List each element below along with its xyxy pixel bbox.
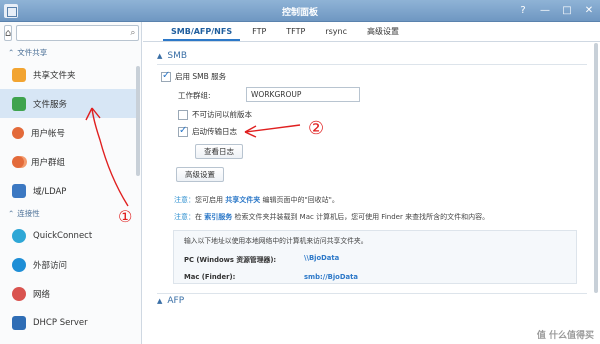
sidebar-item-label: 文件服务 (33, 99, 68, 110)
file-service-icon (12, 96, 26, 111)
network-icon (12, 286, 26, 301)
search-box[interactable]: ⌕ (16, 25, 140, 41)
transfer-log-row: 启动传输日志 (178, 125, 237, 137)
sidebar-item-external-access[interactable]: 外部访问 (0, 250, 141, 279)
workgroup-input[interactable]: WORKGROUP (246, 87, 360, 102)
close-button[interactable]: ✕ (582, 3, 596, 19)
sidebar-item-label: 用户群组 (31, 157, 66, 168)
quickconnect-icon (12, 228, 26, 243)
access-info-intro: 输入以下地址以使用本地网络中的计算机来访问共享文件夹。 (184, 237, 368, 245)
afp-section-header[interactable]: ▲ AFP (157, 296, 184, 306)
window-controls: ? — □ ✕ (516, 3, 596, 19)
tab-bar: SMB/AFP/NFS FTP TFTP rsync 高级设置 (143, 22, 600, 42)
tab-tftp[interactable]: TFTP (278, 23, 313, 41)
help-button[interactable]: ? (516, 3, 530, 19)
sidebar-item-quickconnect[interactable]: QuickConnect (0, 221, 141, 250)
domain-icon (12, 183, 26, 198)
prev-version-checkbox[interactable] (178, 109, 188, 120)
window-title: 控制面板 (281, 8, 318, 18)
mac-address-value: smb://BjoData (304, 273, 358, 281)
section-label: 文件共享 (17, 47, 48, 57)
main-content: ▲ SMB 启用 SMB 服务 工作群组: WORKGROUP 不可访问以前版本… (143, 43, 593, 344)
tab-smb-afp-nfs[interactable]: SMB/AFP/NFS (163, 23, 241, 41)
transfer-log-label: 启动传输日志 (192, 127, 237, 136)
pc-address-row: PC (Windows 资源管理器): \\BjoData (184, 254, 566, 264)
pc-address-label: PC (Windows 资源管理器): (184, 256, 277, 264)
divider (157, 64, 587, 65)
dhcp-icon (12, 315, 26, 330)
sidebar: ⌂ ⌕ ⌃ 文件共享 共享文件夹 文件服务 用户帐号 用户群组 域/LDAP ⌃… (0, 22, 142, 344)
collapse-icon: ⌃ (8, 208, 15, 218)
sidebar-item-domain[interactable]: 域/LDAP (0, 176, 141, 205)
transfer-log-checkbox[interactable] (178, 125, 188, 137)
sidebar-item-label: 共享文件夹 (33, 70, 76, 81)
note-text: 编辑页面中的"回收站"。 (260, 196, 339, 204)
sidebar-item-network[interactable]: 网络 (0, 279, 141, 308)
smb-title: SMB (167, 51, 188, 61)
prev-version-label: 不可访问以前版本 (192, 110, 252, 119)
sidebar-item-label: 用户帐号 (31, 128, 66, 139)
afp-title: AFP (167, 296, 185, 306)
note-label: 注意： (174, 213, 195, 221)
sidebar-item-label: QuickConnect (33, 230, 93, 241)
sidebar-item-file-service[interactable]: 文件服务 (0, 89, 136, 118)
home-icon: ⌂ (5, 27, 12, 39)
view-log-button[interactable]: 查看日志 (195, 144, 243, 159)
sidebar-item-label: 网络 (33, 289, 51, 300)
access-info-box: 输入以下地址以使用本地网络中的计算机来访问共享文件夹。 PC (Windows … (173, 230, 577, 284)
shared-folder-link[interactable]: 共享文件夹 (225, 196, 260, 204)
search-icon: ⌕ (130, 28, 136, 38)
home-button[interactable]: ⌂ (4, 25, 13, 41)
workgroup-row: 工作群组: (178, 90, 211, 101)
section-header-connectivity[interactable]: ⌃ 连接性 (0, 205, 141, 221)
content-scrollbar[interactable] (594, 43, 598, 293)
collapse-icon: ▲ (157, 52, 163, 60)
mac-address-label: Mac (Finder): (184, 273, 236, 281)
advanced-settings-button[interactable]: 高级设置 (176, 167, 224, 182)
mac-address-row: Mac (Finder): smb://BjoData (184, 273, 566, 281)
enable-smb-label: 启用 SMB 服务 (175, 72, 227, 81)
collapse-icon: ⌃ (8, 47, 15, 57)
minimize-button[interactable]: — (538, 3, 552, 19)
collapse-icon: ▲ (157, 297, 163, 305)
sidebar-item-user[interactable]: 用户帐号 (0, 118, 141, 147)
workgroup-label: 工作群组: (178, 91, 211, 100)
watermark: 值 什么值得买 (536, 331, 594, 341)
sidebar-item-label: DHCP Server (33, 317, 88, 328)
maximize-button[interactable]: □ (560, 3, 574, 19)
index-service-link[interactable]: 索引服务 (204, 213, 232, 221)
enable-smb-checkbox[interactable] (161, 70, 171, 82)
external-access-icon (12, 257, 26, 272)
sidebar-toolbar: ⌂ ⌕ (0, 22, 141, 44)
title-bar: 控制面板 ? — □ ✕ (0, 0, 600, 22)
section-label: 连接性 (17, 208, 40, 218)
section-header-file-sharing[interactable]: ⌃ 文件共享 (0, 44, 141, 60)
note-text: 在 (195, 213, 205, 221)
group-icon (12, 155, 24, 168)
sidebar-item-dhcp[interactable]: DHCP Server (0, 308, 141, 337)
note-recycle-bin: 注意：您可启用 共享文件夹 编辑页面中的"回收站"。 (174, 195, 339, 205)
sidebar-scrollbar[interactable] (136, 66, 140, 176)
note-label: 注意： (174, 196, 195, 204)
note-text: 检索文件夹并装载到 Mac 计算机后，您可使用 Finder 来查找所含的文件和… (232, 213, 490, 221)
sidebar-item-label: 域/LDAP (33, 186, 67, 197)
search-input[interactable] (17, 26, 131, 40)
enable-smb-row: 启用 SMB 服务 (161, 70, 227, 82)
sidebar-item-shared-folder[interactable]: 共享文件夹 (0, 60, 141, 89)
note-text: 您可启用 (195, 196, 226, 204)
smb-section-header[interactable]: ▲ SMB (157, 51, 187, 61)
note-indexing: 注意：在 索引服务 检索文件夹并装载到 Mac 计算机后，您可使用 Finder… (174, 212, 489, 222)
sidebar-item-group[interactable]: 用户群组 (0, 147, 141, 176)
tab-rsync[interactable]: rsync (317, 23, 355, 41)
tab-advanced[interactable]: 高级设置 (359, 23, 407, 41)
shared-folder-icon (12, 67, 26, 82)
sidebar-item-label: 外部访问 (33, 260, 68, 271)
pc-address-value: \\BjoData (304, 254, 340, 262)
divider (157, 293, 587, 294)
user-icon (12, 126, 24, 139)
prev-version-row: 不可访问以前版本 (178, 109, 252, 120)
tab-ftp[interactable]: FTP (244, 23, 274, 41)
